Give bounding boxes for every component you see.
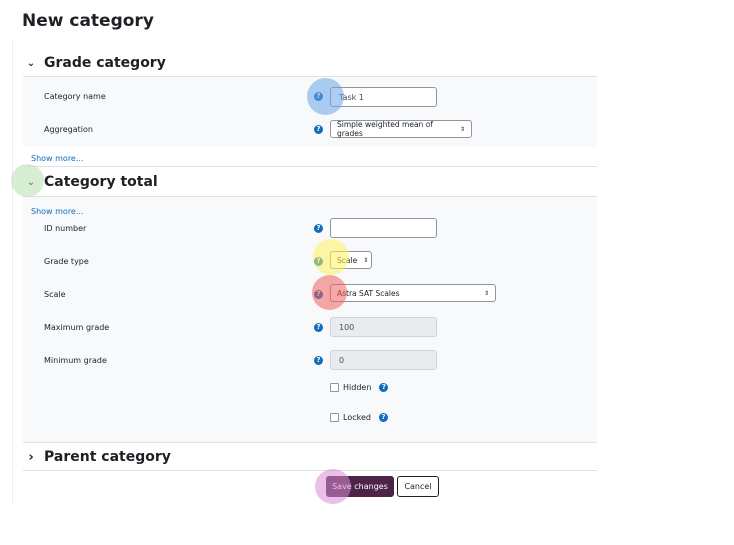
grade-type-select[interactable]: Scale ⇕ — [330, 251, 372, 269]
section-title: Grade category — [44, 55, 166, 71]
help-icon[interactable]: ? — [314, 92, 323, 101]
help-icon[interactable]: ? — [378, 413, 388, 422]
show-more-link[interactable]: Show more... — [31, 154, 83, 163]
hidden-checkbox-row[interactable]: Hidden ? — [330, 383, 389, 392]
section-grade-category-header[interactable]: ⌄ Grade category — [24, 55, 166, 71]
section-title: Parent category — [44, 449, 171, 465]
category-name-label: Category name — [44, 92, 106, 101]
hidden-label: Hidden — [343, 383, 372, 392]
minimum-grade-input[interactable]: 0 — [330, 350, 437, 370]
aggregation-select[interactable]: Simple weighted mean of grades ⇕ — [330, 120, 472, 138]
aggregation-value: Simple weighted mean of grades — [337, 120, 433, 138]
chevron-down-icon[interactable]: ⌄ — [24, 58, 38, 69]
page-title: New category — [22, 11, 154, 31]
scale-select[interactable]: Astra SAT Scales ⇕ — [330, 284, 496, 302]
cancel-button[interactable]: Cancel — [397, 476, 439, 497]
id-number-label: ID number — [44, 224, 87, 233]
help-icon[interactable]: ? — [314, 224, 323, 233]
minimum-grade-label: Minimum grade — [44, 356, 107, 365]
category-name-input[interactable]: Task 1 — [330, 87, 437, 107]
help-icon[interactable]: ? — [379, 383, 389, 392]
left-divider — [12, 40, 13, 505]
locked-checkbox-row[interactable]: Locked ? — [330, 413, 388, 422]
save-changes-button[interactable]: Save changes — [326, 476, 394, 497]
locked-checkbox[interactable] — [330, 413, 339, 422]
select-caret-icon: ⇕ — [363, 256, 369, 264]
hidden-checkbox[interactable] — [330, 383, 339, 392]
help-icon[interactable]: ? — [314, 125, 323, 134]
help-icon[interactable]: ? — [314, 290, 323, 299]
category-total-panel — [23, 197, 597, 442]
help-icon[interactable]: ? — [314, 356, 323, 365]
help-icon[interactable]: ? — [314, 257, 323, 266]
divider — [23, 166, 597, 167]
section-category-total-header[interactable]: ⌄ Category total — [24, 174, 158, 190]
divider — [23, 442, 597, 443]
scale-label: Scale — [44, 290, 66, 299]
grade-type-value: Scale — [337, 255, 358, 265]
select-caret-icon: ⇕ — [459, 125, 465, 133]
maximum-grade-label: Maximum grade — [44, 323, 110, 332]
locked-label: Locked — [343, 413, 371, 422]
chevron-down-icon[interactable]: ⌄ — [24, 177, 38, 188]
aggregation-label: Aggregation — [44, 125, 93, 134]
section-parent-category-header[interactable]: › Parent category — [24, 449, 171, 465]
grade-type-label: Grade type — [44, 257, 89, 266]
help-icon[interactable]: ? — [314, 323, 323, 332]
show-more-link[interactable]: Show more... — [31, 207, 83, 216]
scale-value: Astra SAT Scales — [337, 288, 400, 298]
select-caret-icon: ⇕ — [483, 289, 489, 297]
grade-category-panel — [23, 77, 597, 147]
chevron-right-icon[interactable]: › — [24, 450, 38, 465]
divider — [23, 470, 597, 471]
id-number-input[interactable] — [330, 218, 437, 238]
maximum-grade-input[interactable]: 100 — [330, 317, 437, 337]
section-title: Category total — [44, 174, 158, 190]
